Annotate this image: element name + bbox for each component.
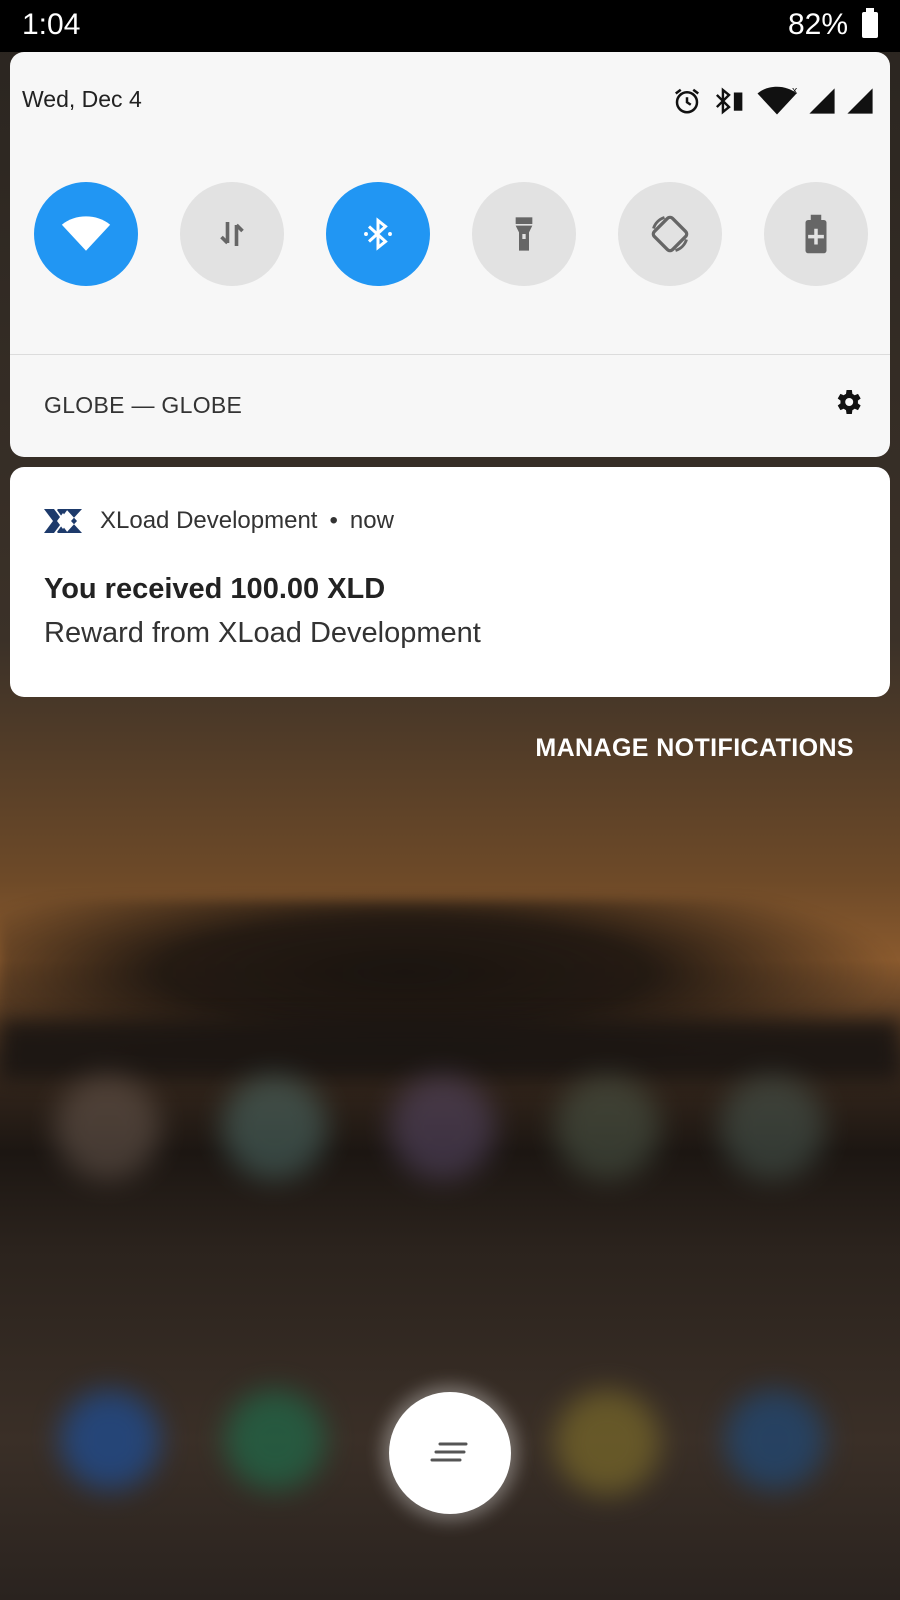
tile-battery-saver[interactable] bbox=[764, 182, 868, 286]
signal-icon bbox=[809, 88, 835, 114]
wifi-icon bbox=[61, 216, 111, 251]
rotate-icon bbox=[651, 215, 689, 253]
notification-app-name: XLoad Development bbox=[100, 507, 318, 534]
header-separator: • bbox=[329, 507, 338, 534]
blurred-app-icon bbox=[222, 1075, 327, 1180]
blurred-app-icon bbox=[55, 1075, 160, 1180]
tile-mobile-data[interactable] bbox=[180, 182, 284, 286]
blurred-app-icon bbox=[555, 1075, 660, 1180]
status-bar: 1:04 82% bbox=[0, 0, 900, 52]
blurred-messages-icon bbox=[225, 1390, 325, 1490]
qs-divider bbox=[10, 354, 890, 355]
alarm-icon bbox=[675, 88, 699, 114]
tile-auto-rotate[interactable] bbox=[618, 182, 722, 286]
wifi-icon: x bbox=[757, 86, 798, 115]
notification-title: You received 100.00 XLD bbox=[44, 573, 386, 605]
blurred-app-icon bbox=[725, 1390, 825, 1490]
xload-logo-icon bbox=[44, 509, 82, 533]
qs-tiles bbox=[34, 182, 874, 286]
battery-icon bbox=[862, 8, 878, 38]
blurred-phone-icon bbox=[60, 1390, 160, 1490]
data-transfer-icon bbox=[220, 222, 244, 246]
notification-card[interactable]: XLoad Development • now You received 100… bbox=[10, 467, 890, 697]
notification-header: XLoad Development • now bbox=[44, 507, 394, 535]
signal-icon bbox=[847, 88, 873, 114]
blurred-app-icon bbox=[390, 1075, 495, 1180]
tile-wifi[interactable] bbox=[34, 182, 138, 286]
bluetooth-battery-icon bbox=[715, 87, 743, 115]
tile-flashlight[interactable] bbox=[472, 182, 576, 286]
notes-icon bbox=[430, 1442, 468, 1462]
quick-settings-panel: Wed, Dec 4 x GLOBE — GLOBE bbox=[10, 52, 890, 457]
tile-bluetooth[interactable] bbox=[326, 182, 430, 286]
notes-fab-button[interactable] bbox=[389, 1392, 511, 1514]
carrier-label: GLOBE — GLOBE bbox=[44, 392, 243, 418]
settings-button[interactable] bbox=[832, 386, 864, 423]
bluetooth-icon bbox=[364, 217, 392, 251]
notification-body: Reward from XLoad Development bbox=[44, 617, 481, 649]
qs-status-icons: x bbox=[672, 86, 874, 116]
battery-percent: 82% bbox=[787, 8, 848, 41]
notification-time: now bbox=[349, 507, 394, 534]
wifi-indicator-text: x bbox=[792, 86, 798, 97]
blurred-app-icon bbox=[720, 1075, 825, 1180]
manage-notifications-button[interactable]: MANAGE NOTIFICATIONS bbox=[535, 734, 854, 763]
gear-icon bbox=[837, 390, 861, 414]
wallpaper-water bbox=[0, 1020, 900, 1080]
battery-saver-icon bbox=[805, 214, 827, 254]
qs-date[interactable]: Wed, Dec 4 bbox=[22, 86, 142, 113]
flashlight-icon bbox=[515, 217, 533, 251]
blurred-chrome-icon bbox=[555, 1390, 660, 1495]
status-time: 1:04 bbox=[22, 8, 81, 41]
